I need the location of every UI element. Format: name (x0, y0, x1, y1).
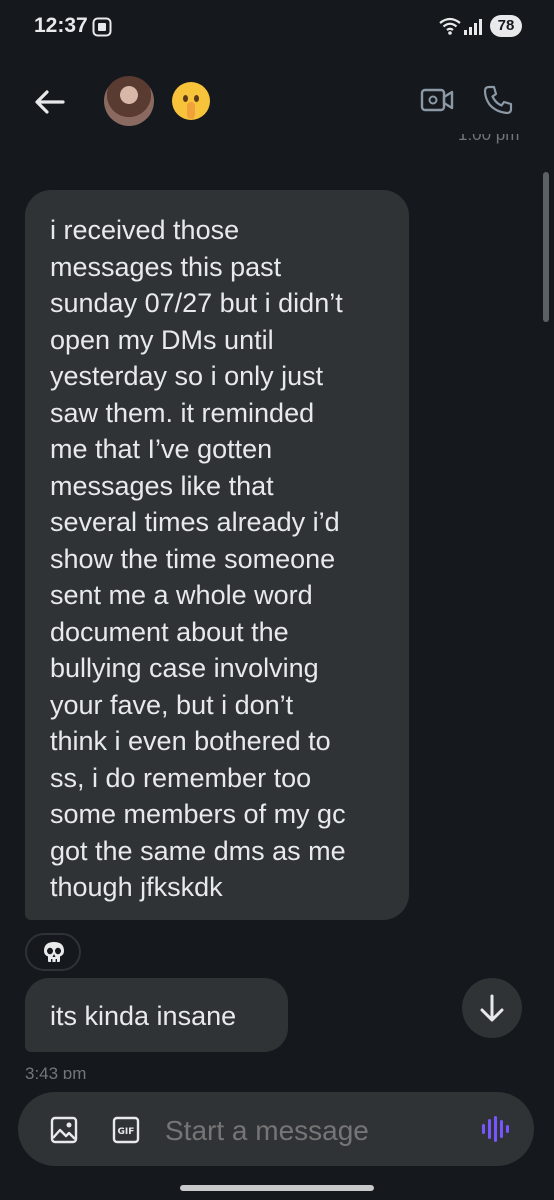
partial-timestamp: 1:00 pm (458, 134, 520, 144)
message-reaction[interactable] (25, 933, 81, 971)
conversation-header (0, 60, 554, 142)
screen-record-icon (92, 17, 112, 37)
scroll-to-bottom-button[interactable] (462, 978, 522, 1038)
message-composer: GIF (18, 1092, 534, 1166)
received-message-bubble[interactable]: its kinda insane (25, 978, 288, 1052)
message-input[interactable] (163, 1110, 467, 1152)
arrow-down-icon (480, 994, 504, 1022)
image-icon[interactable] (50, 1116, 78, 1144)
voice-waveform-icon[interactable] (480, 1114, 512, 1144)
scrollbar-thumb[interactable] (543, 172, 549, 322)
battery-indicator: 78 (490, 15, 522, 37)
phone-call-icon[interactable] (482, 84, 514, 116)
back-arrow-icon[interactable] (32, 84, 68, 120)
navigation-handle[interactable] (180, 1185, 374, 1191)
status-time: 12:37 (34, 14, 88, 37)
wifi-icon (439, 17, 461, 35)
message-text: i received those messages this past sund… (50, 215, 346, 902)
status-bar: 12:37 78 (0, 0, 554, 56)
received-message-bubble[interactable]: i received those messages this past sund… (25, 190, 409, 920)
message-timestamp: 3:43 pm (25, 1064, 87, 1079)
avatar[interactable] (104, 76, 154, 126)
shushing-face-emoji-icon (172, 82, 210, 120)
gif-button[interactable]: GIF (112, 1116, 140, 1144)
message-text: its kinda insane (50, 1001, 237, 1031)
video-call-icon[interactable] (420, 86, 454, 114)
gif-label: GIF (118, 1127, 135, 1137)
signal-icon (464, 19, 482, 35)
skull-emoji-icon (44, 942, 64, 962)
